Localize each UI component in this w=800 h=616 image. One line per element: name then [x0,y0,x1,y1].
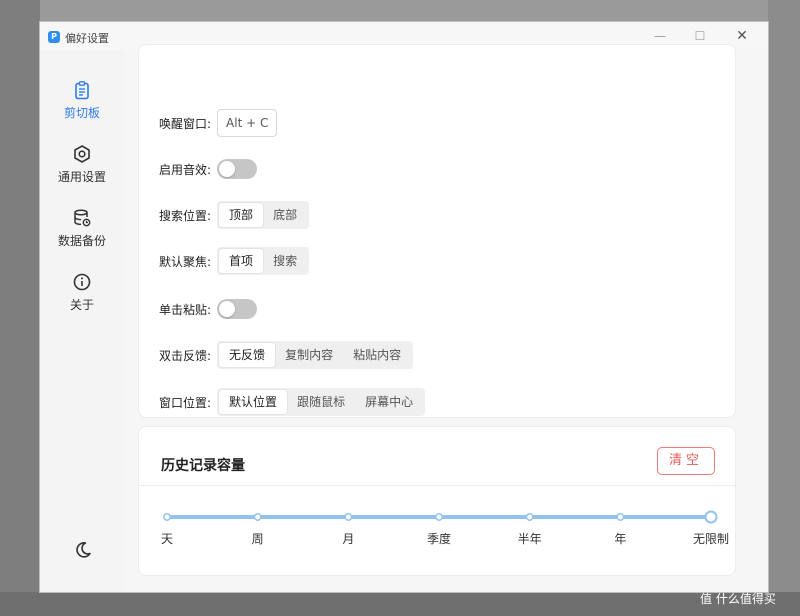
slider-tick[interactable] [253,513,262,521]
search-position-bottom-option[interactable]: 底部 [263,203,307,227]
sidebar-item-clipboard[interactable]: 剪切板 [40,80,124,121]
slider-mark-label: 月 [342,532,354,546]
double-click-feedback-row: 双击反馈: 无反馈 复制内容 粘贴内容 [159,341,414,369]
preferences-window: P 偏好设置 — ☐ ✕ 剪切板 通用设置 数据备份 关于 唤醒窗口: Alt … [40,22,768,592]
setting-label: 单击粘贴: [159,302,212,317]
wake-hotkey-input[interactable]: Alt + C [217,109,278,137]
watermark: 值 什么值得买 [700,592,776,606]
clear-history-button[interactable]: 清空 [657,447,715,475]
desktop-background-top [0,0,800,22]
slider-mark-label: 半年 [518,532,542,546]
slider-tick[interactable] [163,513,171,521]
slider-tick[interactable] [344,513,353,521]
slider-mark-label: 季度 [427,531,451,546]
toggle-knob [219,301,236,317]
search-position-segmented: 顶部 底部 [217,201,310,229]
sidebar-item-label: 通用设置 [57,170,106,184]
search-position-top-option[interactable]: 顶部 [219,203,264,227]
desktop-background-right [768,0,800,616]
close-button[interactable]: ✕ [728,25,756,47]
toggle-knob [219,161,236,177]
slider-mark-label: 天 [161,532,173,546]
double-click-feedback-segmented: 无反馈 复制内容 粘贴内容 [217,341,414,369]
sidebar-item-about[interactable]: 关于 [40,272,124,313]
setting-label: 双击反馈: [159,348,212,363]
sidebar-item-label: 数据备份 [57,234,106,248]
window-position-default-option[interactable]: 默认位置 [219,390,288,414]
slider-mark-label: 无限制 [693,532,729,546]
slider-tick[interactable] [616,513,625,521]
sidebar-item-label: 剪切板 [63,106,100,120]
desktop-background-left [0,0,40,616]
slider-tick[interactable] [525,513,534,521]
setting-label: 搜索位置: [159,208,212,223]
default-focus-row: 默认聚焦: 首项 搜索 [159,247,310,275]
feedback-none-option[interactable]: 无反馈 [219,343,276,367]
window-position-row: 窗口位置: 默认位置 跟随鼠标 屏幕中心 [159,388,426,416]
clipboard-icon [75,81,89,100]
divider [139,485,735,486]
setting-label: 默认聚焦: [159,254,212,269]
info-circle-icon [73,273,91,291]
single-click-paste-row: 单击粘贴: [159,295,258,323]
window-title: 偏好设置 [65,32,109,45]
default-focus-first-option[interactable]: 首项 [219,249,264,273]
app-logo-icon: P [48,31,60,43]
sidebar-item-general[interactable]: 通用设置 [40,144,124,185]
hexagon-gear-icon [74,145,90,163]
history-capacity-title: 历史记录容量 [161,458,245,474]
setting-label: 启用音效: [159,162,212,177]
default-focus-segmented: 首项 搜索 [217,247,310,275]
setting-label: 窗口位置: [159,395,212,410]
single-click-paste-toggle[interactable] [217,299,258,319]
default-focus-search-option[interactable]: 搜索 [263,249,307,273]
window-position-follow-mouse-option[interactable]: 跟随鼠标 [287,390,355,414]
slider-handle[interactable] [704,510,718,524]
sound-toggle[interactable] [217,159,258,179]
history-capacity-slider[interactable]: 天 周 月 季度 半年 年 无限制 [139,497,735,557]
sidebar-item-backup[interactable]: 数据备份 [40,208,124,249]
sidebar-item-label: 关于 [69,298,94,312]
moon-icon[interactable] [73,540,93,560]
database-sync-icon [74,209,91,227]
wake-window-row: 唤醒窗口: Alt + C [159,109,278,137]
setting-label: 唤醒窗口: [159,116,212,131]
search-position-row: 搜索位置: 顶部 底部 [159,201,310,229]
window-position-center-option[interactable]: 屏幕中心 [355,390,423,414]
feedback-copy-option[interactable]: 复制内容 [275,343,343,367]
clipboard-settings-card: 唤醒窗口: Alt + C 启用音效: 搜索位置: 顶部 底部 默认聚焦: 首项… [138,44,736,418]
window-position-segmented: 默认位置 跟随鼠标 屏幕中心 [217,388,426,416]
slider-tick[interactable] [435,513,443,521]
history-capacity-card: 历史记录容量 清空 天 周 月 季度 半年 年 无限制 [138,426,736,576]
desktop-background-bottom [0,592,800,616]
feedback-paste-option[interactable]: 粘贴内容 [343,343,411,367]
slider-mark-label: 年 [614,532,626,546]
slider-mark-label: 周 [252,532,264,546]
sidebar: 剪切板 通用设置 数据备份 关于 [40,50,124,592]
sound-row: 启用音效: [159,155,258,183]
main-content: 唤醒窗口: Alt + C 启用音效: 搜索位置: 顶部 底部 默认聚焦: 首项… [124,44,768,592]
